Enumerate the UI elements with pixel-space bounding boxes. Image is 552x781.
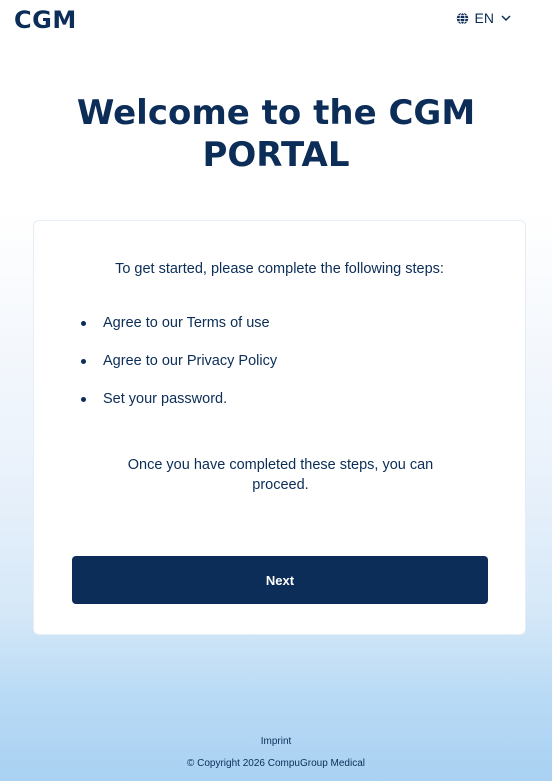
language-label: EN — [474, 10, 494, 26]
language-selector[interactable]: EN — [456, 10, 512, 26]
list-item: Agree to our Terms of use — [74, 313, 277, 333]
intro-text: To get started, please complete the foll… — [115, 261, 444, 277]
next-button[interactable]: Next — [72, 556, 488, 604]
steps-list: Agree to our Terms of use Agree to our P… — [74, 313, 277, 427]
chevron-down-icon — [500, 12, 512, 24]
list-item: Set your password. — [74, 389, 277, 409]
page-title: Welcome to the CGM PORTAL — [40, 92, 512, 176]
globe-icon — [456, 11, 469, 25]
onboarding-card: To get started, please complete the foll… — [33, 220, 526, 635]
step-password: Set your password. — [103, 391, 228, 407]
cgm-logo[interactable]: CGM — [14, 6, 77, 34]
outro-line-1: Once you have completed these steps, you… — [127, 457, 434, 473]
page-title-line-2: PORTAL — [202, 135, 350, 175]
copyright-text: © Copyright 2026 CompuGroup Medical — [186, 758, 365, 769]
bullet-icon — [81, 396, 86, 402]
bullet-icon — [81, 358, 86, 364]
top-bar: CGM EN — [0, 0, 552, 52]
outro-line-2: proceed. — [252, 477, 309, 493]
outro-text: Once you have completed these steps, you… — [74, 455, 487, 495]
step-terms: Agree to our Terms of use — [103, 315, 270, 331]
step-privacy: Agree to our Privacy Policy — [103, 353, 278, 369]
imprint-link[interactable]: Imprint — [0, 736, 552, 747]
list-item: Agree to our Privacy Policy — [74, 351, 277, 371]
bullet-icon — [81, 320, 86, 326]
page-title-line-1: Welcome to the CGM — [76, 93, 476, 133]
